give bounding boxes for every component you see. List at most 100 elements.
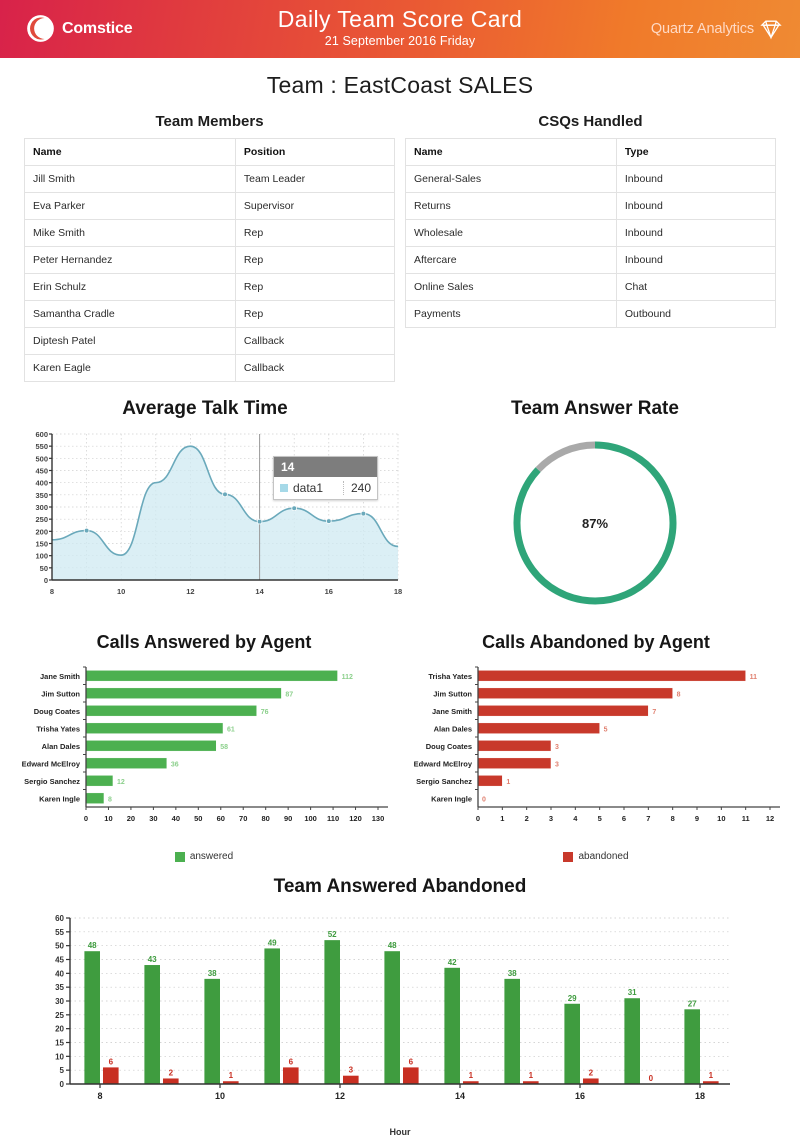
table-row[interactable]: Returns Inbound bbox=[405, 192, 777, 220]
table-row[interactable]: Peter Hernandez Rep bbox=[24, 246, 396, 274]
svg-text:2: 2 bbox=[169, 1068, 174, 1077]
svg-text:50: 50 bbox=[40, 564, 48, 573]
svg-text:4: 4 bbox=[573, 814, 578, 823]
calls-abandoned-plot: Trisha Yates 11Jim Sutton 8Jane Smith 7Alan… bbox=[414, 666, 780, 823]
csqs-handled-heading: CSQs Handled bbox=[538, 113, 643, 130]
svg-text:15: 15 bbox=[55, 1039, 64, 1048]
team-members-table: Name Position Jill Smith Team Leader Eva … bbox=[24, 138, 396, 382]
svg-text:16: 16 bbox=[325, 587, 333, 596]
cell-type: Inbound bbox=[615, 165, 777, 193]
svg-text:40: 40 bbox=[172, 814, 180, 823]
svg-text:12: 12 bbox=[766, 814, 774, 823]
svg-text:36: 36 bbox=[171, 761, 179, 768]
table-row[interactable]: Online Sales Chat bbox=[405, 273, 777, 301]
svg-text:14: 14 bbox=[255, 587, 264, 596]
average-talk-time-title: Average Talk Time bbox=[122, 398, 288, 419]
cell-name: Payments bbox=[405, 300, 617, 328]
cell-name: Diptesh Patel bbox=[24, 327, 236, 355]
svg-text:14: 14 bbox=[455, 1091, 465, 1101]
svg-text:30: 30 bbox=[55, 997, 64, 1006]
svg-text:70: 70 bbox=[239, 814, 247, 823]
svg-text:Trisha Yates: Trisha Yates bbox=[428, 672, 472, 681]
table-row[interactable]: Diptesh Patel Callback bbox=[24, 327, 396, 355]
svg-text:550: 550 bbox=[35, 442, 48, 451]
cell-position: Rep bbox=[234, 219, 396, 247]
svg-text:10: 10 bbox=[55, 1052, 64, 1061]
svg-text:3: 3 bbox=[349, 1066, 354, 1075]
team-answered-abandoned-chart: Team Answered Abandoned 0 5 10 15 20 25 30 35 40… bbox=[0, 876, 800, 1137]
svg-text:6: 6 bbox=[289, 1057, 294, 1066]
table-row[interactable]: Payments Outbound bbox=[405, 300, 777, 328]
cell-type: Inbound bbox=[615, 219, 777, 247]
svg-text:90: 90 bbox=[284, 814, 292, 823]
calls-answered-chart: Calls Answered by Agent Jane Smith 112 Jim… bbox=[8, 632, 400, 862]
svg-text:87: 87 bbox=[285, 691, 293, 698]
svg-text:18: 18 bbox=[695, 1091, 705, 1101]
svg-text:50: 50 bbox=[194, 814, 202, 823]
cell-type: Inbound bbox=[615, 246, 777, 274]
team-members-block: Team Members Name Position Jill Smith Tea… bbox=[24, 113, 396, 382]
cell-name: Returns bbox=[405, 192, 617, 220]
cell-name: Samantha Cradle bbox=[24, 300, 236, 328]
table-header-row: Name Position bbox=[24, 138, 396, 166]
svg-text:10: 10 bbox=[117, 587, 125, 596]
svg-text:43: 43 bbox=[148, 955, 157, 964]
table-row[interactable]: Erin Schulz Rep bbox=[24, 273, 396, 301]
svg-text:130: 130 bbox=[372, 814, 385, 823]
svg-text:100: 100 bbox=[35, 552, 48, 561]
svg-text:150: 150 bbox=[35, 540, 48, 549]
svg-text:300: 300 bbox=[35, 503, 48, 512]
svg-text:120: 120 bbox=[349, 814, 362, 823]
table-row[interactable]: General-Sales Inbound bbox=[405, 165, 777, 193]
team-heading: Team : EastCoast SALES bbox=[266, 72, 534, 98]
cell-position: Rep bbox=[234, 273, 396, 301]
svg-text:Jim Sutton: Jim Sutton bbox=[433, 689, 472, 698]
cell-type: Inbound bbox=[615, 192, 777, 220]
cell-position: Rep bbox=[234, 246, 396, 274]
svg-text:31: 31 bbox=[628, 988, 637, 997]
cell-name: Peter Hernandez bbox=[24, 246, 236, 274]
svg-text:3: 3 bbox=[549, 814, 553, 823]
svg-text:1: 1 bbox=[229, 1071, 234, 1080]
svg-text:58: 58 bbox=[220, 744, 228, 751]
svg-text:20: 20 bbox=[127, 814, 135, 823]
cell-position: Callback bbox=[234, 327, 396, 355]
table-row[interactable]: Jill Smith Team Leader bbox=[24, 165, 396, 193]
svg-text:60: 60 bbox=[217, 814, 225, 823]
talk-time-plot: 0 50 100 150 200 250 300 350 400 450 500 550 600 8 10 1… bbox=[35, 430, 402, 596]
column-header-name: Name bbox=[24, 138, 236, 166]
quartz-analytics-brand: Quartz Analytics bbox=[651, 16, 784, 42]
table-row[interactable]: Aftercare Inbound bbox=[405, 246, 777, 274]
column-header-type: Type bbox=[615, 138, 777, 166]
svg-text:9: 9 bbox=[695, 814, 699, 823]
cell-name: Karen Eagle bbox=[24, 354, 236, 382]
table-row[interactable]: Karen Eagle Callback bbox=[24, 354, 396, 382]
svg-text:Jane Smith: Jane Smith bbox=[432, 707, 472, 716]
answered-abandoned-plot: 0510152025303540455055604868432381104965… bbox=[55, 914, 730, 1101]
table-row[interactable]: Wholesale Inbound bbox=[405, 219, 777, 247]
tooltip-series-value: 240 bbox=[342, 481, 371, 495]
svg-text:3: 3 bbox=[555, 744, 559, 751]
svg-text:11: 11 bbox=[742, 814, 750, 823]
csqs-handled-block: CSQs Handled Name Type General-Sales Inbo… bbox=[405, 113, 777, 382]
svg-text:38: 38 bbox=[508, 969, 517, 978]
svg-text:8: 8 bbox=[108, 796, 112, 803]
average-talk-time-chart: Average Talk Time 0 50 100 150 200 250 300 350 4… bbox=[10, 398, 402, 618]
svg-text:48: 48 bbox=[388, 941, 397, 950]
svg-text:8: 8 bbox=[97, 1091, 102, 1101]
svg-text:38: 38 bbox=[208, 969, 217, 978]
calls-answered-plot: Jane Smith 112 Jim Sutton 87 Doug Coates 76 Tr… bbox=[22, 666, 388, 823]
tooltip-header: 14 bbox=[274, 457, 377, 477]
column-header-name: Name bbox=[405, 138, 617, 166]
svg-text:110: 110 bbox=[327, 814, 339, 823]
svg-text:0: 0 bbox=[84, 814, 88, 823]
table-row[interactable]: Eva Parker Supervisor bbox=[24, 192, 396, 220]
svg-text:49: 49 bbox=[268, 938, 277, 947]
table-row[interactable]: Samantha Cradle Rep bbox=[24, 300, 396, 328]
table-row[interactable]: Mike Smith Rep bbox=[24, 219, 396, 247]
svg-text:2: 2 bbox=[589, 1068, 594, 1077]
svg-text:7: 7 bbox=[652, 709, 656, 716]
svg-text:8: 8 bbox=[677, 691, 681, 698]
svg-text:Karen Ingle: Karen Ingle bbox=[431, 794, 472, 803]
svg-text:Edward McElroy: Edward McElroy bbox=[414, 759, 473, 768]
